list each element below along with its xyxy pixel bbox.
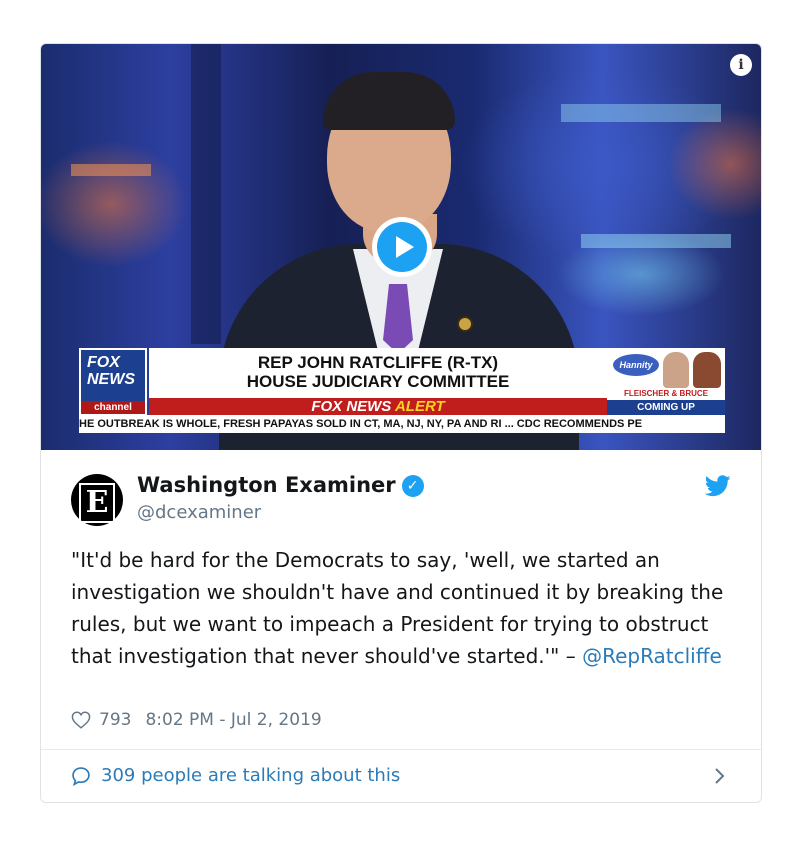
mention-link[interactable]: @RepRatcliffe	[582, 644, 722, 668]
promo-names: FLEISCHER & BRUCE	[623, 389, 708, 398]
tweet-meta: 793 8:02 PM - Jul 2, 2019	[71, 706, 322, 734]
info-icon[interactable]: i	[730, 54, 752, 76]
backdrop-stripe	[561, 104, 721, 122]
avatar-letter: E	[79, 483, 115, 523]
fox-logo-tag: channel	[81, 401, 145, 414]
speaker-hair	[323, 72, 455, 130]
verified-icon: ✓	[401, 475, 424, 497]
fox-logo-bottom: NEWS	[87, 371, 135, 388]
fox-logo-top: FOX	[87, 354, 120, 371]
play-button[interactable]	[372, 217, 432, 277]
promo-face-2	[693, 352, 721, 388]
avatar[interactable]: E	[71, 474, 123, 526]
heart-icon[interactable]	[71, 711, 91, 729]
conversation-link[interactable]: 309 people are talking about this	[71, 760, 731, 792]
author-name[interactable]: Washington Examiner ✓	[137, 470, 424, 500]
like-count[interactable]: 793	[99, 706, 131, 734]
alert-prefix: FOX NEWS	[311, 398, 392, 415]
divider	[41, 749, 761, 750]
lower-third-name-line: REP JOHN RATCLIFFE (R-TX)	[257, 353, 499, 372]
backdrop-stripe	[71, 164, 151, 176]
conversation-label: 309 people are talking about this	[101, 765, 401, 786]
play-icon	[377, 222, 427, 272]
fox-news-logo: FOX NEWS channel	[79, 348, 147, 416]
comment-bubble-icon	[72, 767, 90, 786]
lapel-pin	[457, 316, 473, 332]
backdrop-stripe	[191, 44, 221, 344]
backdrop-stripe	[581, 234, 731, 248]
promo-status: COMING UP	[607, 400, 725, 415]
news-alert-bar: FOX NEWS ALERT	[149, 398, 607, 415]
author-handle[interactable]: @dcexaminer	[137, 500, 261, 526]
show-promo: Hannity FLEISCHER & BRUCE COMING UP	[607, 348, 725, 415]
tweet-text: "It'd be hard for the Democrats to say, …	[71, 544, 736, 672]
lower-third-name: REP JOHN RATCLIFFE (R-TX) HOUSE JUDICIAR…	[149, 348, 607, 398]
promo-show-logo: Hannity	[613, 354, 659, 376]
lower-third-title-line: HOUSE JUDICIARY COMMITTEE	[246, 372, 510, 391]
video-thumbnail[interactable]: i FOX NEWS channel REP JOHN RATCLIFFE (R…	[41, 44, 761, 450]
tweet-card: i FOX NEWS channel REP JOHN RATCLIFFE (R…	[40, 43, 762, 803]
timestamp[interactable]: 8:02 PM - Jul 2, 2019	[145, 706, 321, 734]
fox-logo-text: FOX NEWS	[87, 354, 135, 388]
twitter-bird-icon[interactable]	[705, 475, 731, 497]
chevron-right-icon[interactable]	[713, 762, 727, 790]
author-name-text: Washington Examiner	[137, 473, 396, 497]
news-ticker: HE OUTBREAK IS WHOLE, FRESH PAPAYAS SOLD…	[79, 415, 725, 433]
alert-word: ALERT	[394, 398, 445, 415]
promo-face-1	[663, 352, 689, 388]
play-triangle	[396, 236, 414, 258]
